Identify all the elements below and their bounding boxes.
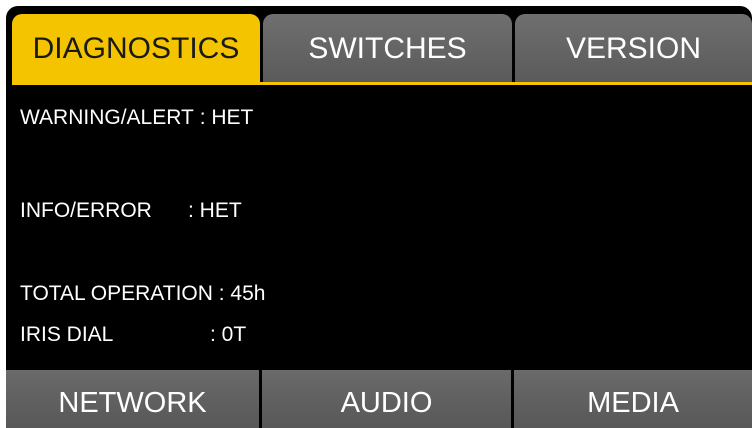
diagnostics-screen: DIAGNOSTICS SWITCHES VERSION WARNING/ALE… xyxy=(6,6,752,428)
warning-alert-value: : HET xyxy=(193,106,254,129)
total-operation-row: TOTAL OPERATION : 45h xyxy=(20,282,265,306)
tab-switches[interactable]: SWITCHES xyxy=(263,14,512,84)
media-button-label: MEDIA xyxy=(587,386,679,419)
tab-diagnostics[interactable]: DIAGNOSTICS xyxy=(12,14,260,84)
network-button[interactable]: NETWORK xyxy=(6,370,259,428)
tab-switches-label: SWITCHES xyxy=(308,32,467,65)
iris-dial-label: IRIS DIAL xyxy=(20,323,114,346)
media-button[interactable]: MEDIA xyxy=(514,370,752,428)
audio-button-label: AUDIO xyxy=(340,386,433,419)
total-operation-label: TOTAL OPERATION xyxy=(20,282,213,305)
warning-alert-label: WARNING/ALERT xyxy=(20,106,194,129)
audio-button[interactable]: AUDIO xyxy=(262,370,511,428)
warning-alert-row: WARNING/ALERT : HET xyxy=(20,106,253,130)
network-button-label: NETWORK xyxy=(58,386,207,419)
info-error-row: INFO/ERROR : HET xyxy=(20,199,242,223)
info-error-value: : HET xyxy=(188,199,242,222)
tab-diagnostics-label: DIAGNOSTICS xyxy=(32,32,240,65)
total-operation-value: : 45h xyxy=(212,282,266,305)
iris-dial-value: : 0T xyxy=(210,323,247,346)
info-error-label: INFO/ERROR xyxy=(20,199,152,222)
iris-dial-row: IRIS DIAL : 0T xyxy=(20,323,246,347)
tab-version-label: VERSION xyxy=(565,32,702,65)
tab-version[interactable]: VERSION xyxy=(515,14,752,84)
tab-underline xyxy=(12,82,752,85)
